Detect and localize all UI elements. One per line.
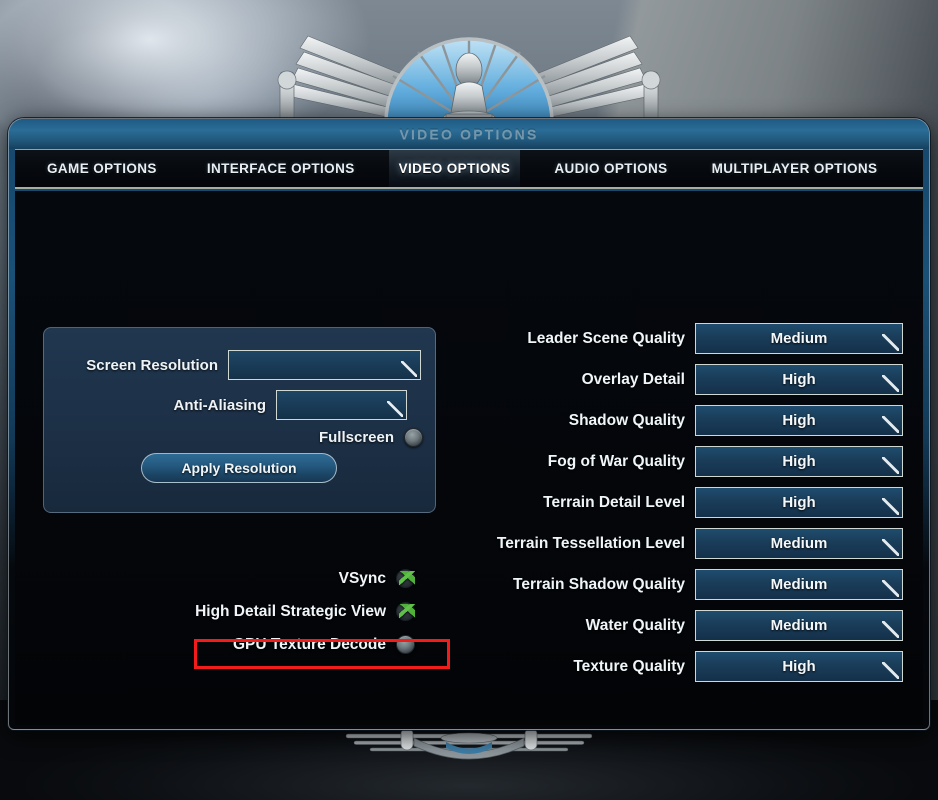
high-detail-strategic-view-row[interactable]: High Detail Strategic View: [195, 602, 415, 621]
anti-aliasing-dropdown[interactable]: [276, 390, 407, 420]
fog-of-war-quality-row: Fog of War Quality High: [445, 446, 903, 477]
fullscreen-toggle-unchecked-icon[interactable]: [404, 428, 423, 447]
screen-resolution-dropdown[interactable]: [228, 350, 421, 380]
terrain-detail-level-label: Terrain Detail Level: [543, 493, 685, 511]
texture-quality-value: High: [782, 658, 816, 675]
dialog-titlebar: VIDEO OPTIONS: [9, 119, 929, 149]
terrain-tessellation-level-dropdown[interactable]: Medium: [695, 528, 903, 559]
water-quality-dropdown[interactable]: Medium: [695, 610, 903, 641]
high-detail-strategic-view-label: High Detail Strategic View: [195, 602, 386, 620]
fog-of-war-quality-value: High: [782, 453, 816, 470]
overlay-detail-row: Overlay Detail High: [445, 364, 903, 395]
terrain-detail-level-dropdown[interactable]: High: [695, 487, 903, 518]
tab-video-options[interactable]: VIDEO OPTIONS: [388, 150, 521, 187]
terrain-shadow-quality-value: Medium: [770, 576, 828, 593]
apply-resolution-button[interactable]: Apply Resolution: [141, 453, 337, 483]
shadow-quality-row: Shadow Quality High: [445, 405, 903, 436]
options-content: Screen Resolution Anti-Aliasing Fullscre…: [15, 191, 923, 725]
overlay-detail-value: High: [782, 371, 816, 388]
terrain-tessellation-level-row: Terrain Tessellation Level Medium: [445, 528, 903, 559]
vsync-row[interactable]: VSync: [339, 569, 415, 588]
dialog-title: VIDEO OPTIONS: [399, 126, 539, 142]
vsync-checkbox-checked-icon[interactable]: [396, 569, 415, 588]
leader-scene-quality-row: Leader Scene Quality Medium: [445, 323, 903, 354]
fullscreen-label: Fullscreen: [318, 429, 394, 446]
leader-scene-quality-dropdown[interactable]: Medium: [695, 323, 903, 354]
shadow-quality-label: Shadow Quality: [568, 411, 685, 429]
overlay-detail-label: Overlay Detail: [581, 370, 685, 388]
screen-resolution-row: Screen Resolution: [58, 350, 423, 380]
gpu-texture-decode-row[interactable]: GPU Texture Decode: [233, 635, 415, 654]
resolution-panel: Screen Resolution Anti-Aliasing Fullscre…: [43, 327, 436, 513]
tab-interface-options[interactable]: INTERFACE OPTIONS: [197, 150, 365, 187]
shadow-quality-dropdown[interactable]: High: [695, 405, 903, 436]
tab-multiplayer-options[interactable]: MULTIPLAYER OPTIONS: [702, 150, 888, 187]
leader-scene-quality-label: Leader Scene Quality: [527, 329, 685, 347]
gpu-texture-decode-label: GPU Texture Decode: [232, 635, 386, 653]
terrain-shadow-quality-label: Terrain Shadow Quality: [513, 575, 685, 593]
gpu-texture-decode-checkbox-unchecked-icon[interactable]: [396, 635, 415, 654]
terrain-detail-level-row: Terrain Detail Level High: [445, 487, 903, 518]
overlay-detail-dropdown[interactable]: High: [695, 364, 903, 395]
screen-resolution-label: Screen Resolution: [86, 356, 218, 374]
anti-aliasing-label: Anti-Aliasing: [173, 396, 267, 414]
anti-aliasing-row: Anti-Aliasing: [58, 390, 423, 420]
video-options-dialog: VIDEO OPTIONS GAME OPTIONS INTERFACE OPT…: [8, 118, 930, 730]
tab-audio-options[interactable]: AUDIO OPTIONS: [544, 150, 677, 187]
leader-scene-quality-value: Medium: [770, 330, 828, 347]
water-quality-row: Water Quality Medium: [445, 610, 903, 641]
terrain-tessellation-level-value: Medium: [770, 535, 828, 552]
vsync-label: VSync: [338, 569, 386, 587]
fog-of-war-quality-dropdown[interactable]: High: [695, 446, 903, 477]
high-detail-strategic-view-checkbox-checked-icon[interactable]: [396, 602, 415, 621]
tab-game-options[interactable]: GAME OPTIONS: [37, 150, 167, 187]
texture-quality-row: Texture Quality High: [445, 651, 903, 682]
fog-of-war-quality-label: Fog of War Quality: [547, 452, 685, 470]
texture-quality-label: Texture Quality: [573, 657, 685, 675]
water-quality-value: Medium: [770, 617, 828, 634]
terrain-shadow-quality-row: Terrain Shadow Quality Medium: [445, 569, 903, 600]
texture-quality-dropdown[interactable]: High: [695, 651, 903, 682]
options-tab-bar: GAME OPTIONS INTERFACE OPTIONS VIDEO OPT…: [15, 149, 923, 189]
terrain-shadow-quality-dropdown[interactable]: Medium: [695, 569, 903, 600]
shadow-quality-value: High: [782, 412, 816, 429]
water-quality-label: Water Quality: [585, 616, 685, 634]
terrain-tessellation-level-label: Terrain Tessellation Level: [496, 534, 685, 552]
fullscreen-row[interactable]: Fullscreen: [58, 428, 423, 447]
terrain-detail-level-value: High: [782, 494, 816, 511]
